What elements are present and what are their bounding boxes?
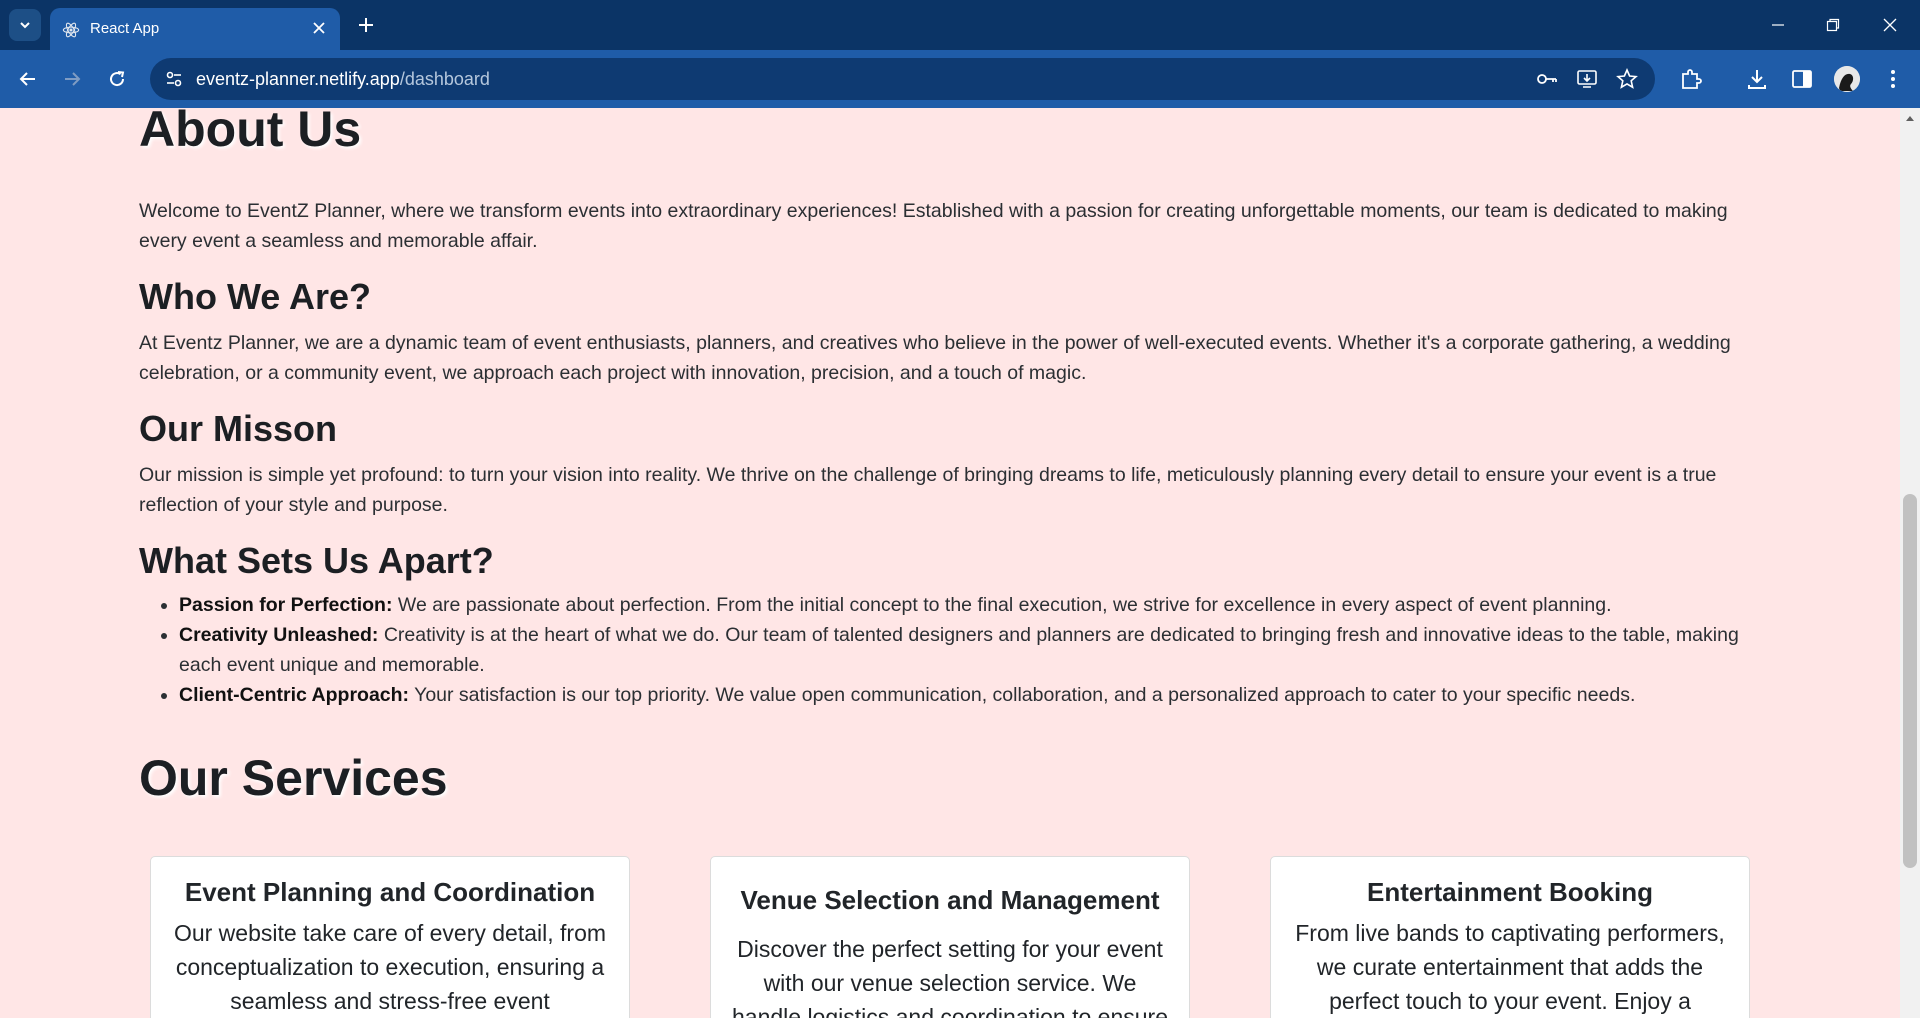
restore-button[interactable] (1813, 10, 1853, 40)
service-card-text: Our website take care of every detail, f… (173, 920, 607, 1014)
reload-icon (110, 71, 125, 87)
url-path: /dashboard (399, 69, 490, 89)
list-item: Creativity Unleashed: Creativity is at t… (179, 620, 1779, 680)
who-we-are-text: At Eventz Planner, we are a dynamic team… (139, 332, 1731, 384)
feature-text: We are passionate about perfection. From… (392, 594, 1612, 616)
install-app-button[interactable] (1576, 68, 1598, 90)
chevron-down-icon (20, 22, 30, 29)
restore-icon (1826, 18, 1840, 32)
minimize-icon (1772, 24, 1784, 26)
puzzle-icon (1682, 69, 1702, 89)
star-icon (1616, 68, 1638, 89)
extensions-button[interactable] (1676, 64, 1706, 94)
service-card-title: Entertainment Booking (1366, 877, 1653, 907)
minimize-button[interactable] (1758, 10, 1798, 40)
feature-text: Your satisfaction is our top priority. W… (409, 684, 1636, 706)
tab-strip: React App (0, 0, 1920, 50)
feature-title: Creativity Unleashed: (179, 624, 379, 646)
service-card-text: Discover the perfect setting for your ev… (731, 936, 1168, 1018)
address-bar[interactable]: eventz-planner.netlify.app/dashboard (150, 58, 1655, 100)
arrow-right-icon (65, 72, 81, 86)
service-card-title: Event Planning and Coordination (184, 877, 596, 907)
close-icon (313, 22, 325, 34)
feature-title: Client-Centric Approach: (179, 684, 410, 706)
menu-button[interactable] (1878, 64, 1908, 94)
feature-title: Passion for Perfection: (179, 594, 393, 616)
kebab-menu-icon (1891, 70, 1895, 88)
sets-apart-heading: What Sets Us Apart? (139, 540, 494, 581)
service-card: Venue Selection and Management Discover … (710, 856, 1190, 1018)
mission-text: Our mission is simple yet profound: to t… (139, 464, 1717, 516)
plus-icon (359, 18, 373, 32)
url-host: eventz-planner.netlify.app (196, 69, 400, 89)
url-text[interactable]: eventz-planner.netlify.app/dashboard (196, 69, 490, 90)
arrow-left-icon (19, 72, 35, 86)
who-we-are-heading: Who We Are? (139, 276, 371, 317)
reload-button[interactable] (101, 63, 133, 95)
mission-heading: Our Misson (139, 408, 338, 449)
list-item: Client-Centric Approach: Your satisfacti… (179, 680, 1779, 710)
service-card: Event Planning and Coordination Our webs… (150, 856, 630, 1018)
list-item: Passion for Perfection: We are passionat… (179, 590, 1779, 620)
profile-avatar[interactable] (1834, 66, 1860, 92)
service-card-text: From live bands to captivating performer… (1295, 920, 1725, 1014)
services-heading: Our Services (139, 750, 448, 806)
side-panel-icon (1792, 70, 1812, 88)
scroll-up-arrow-icon[interactable] (1905, 114, 1915, 124)
feature-text: Creativity is at the heart of what we do… (179, 624, 1739, 676)
service-card: Entertainment Booking From live bands to… (1270, 856, 1750, 1018)
forward-button[interactable] (56, 63, 88, 95)
downloads-button[interactable] (1742, 64, 1772, 94)
tab-close-button[interactable] (308, 17, 330, 39)
about-heading: About Us (139, 101, 362, 157)
password-key-button[interactable] (1536, 68, 1558, 90)
side-panel-button[interactable] (1787, 64, 1817, 94)
new-tab-button[interactable] (353, 12, 379, 38)
react-logo-icon (62, 22, 80, 38)
service-card-title: Venue Selection and Management (740, 885, 1160, 915)
avatar-icon (1834, 66, 1860, 92)
active-tab[interactable]: React App (50, 8, 340, 50)
install-icon (1577, 70, 1597, 88)
close-icon (1883, 18, 1897, 32)
download-icon (1748, 70, 1766, 89)
back-button[interactable] (12, 63, 44, 95)
tab-title: React App (90, 20, 160, 37)
about-intro: Welcome to EventZ Planner, where we tran… (139, 200, 1728, 252)
scrollbar-thumb[interactable] (1903, 494, 1917, 868)
tab-search-button[interactable] (9, 9, 41, 41)
site-info-icon[interactable] (164, 69, 184, 89)
features-list: Passion for Perfection: We are passionat… (139, 590, 1779, 710)
close-window-button[interactable] (1870, 10, 1910, 40)
key-icon (1537, 74, 1557, 84)
bookmark-button[interactable] (1616, 68, 1638, 90)
